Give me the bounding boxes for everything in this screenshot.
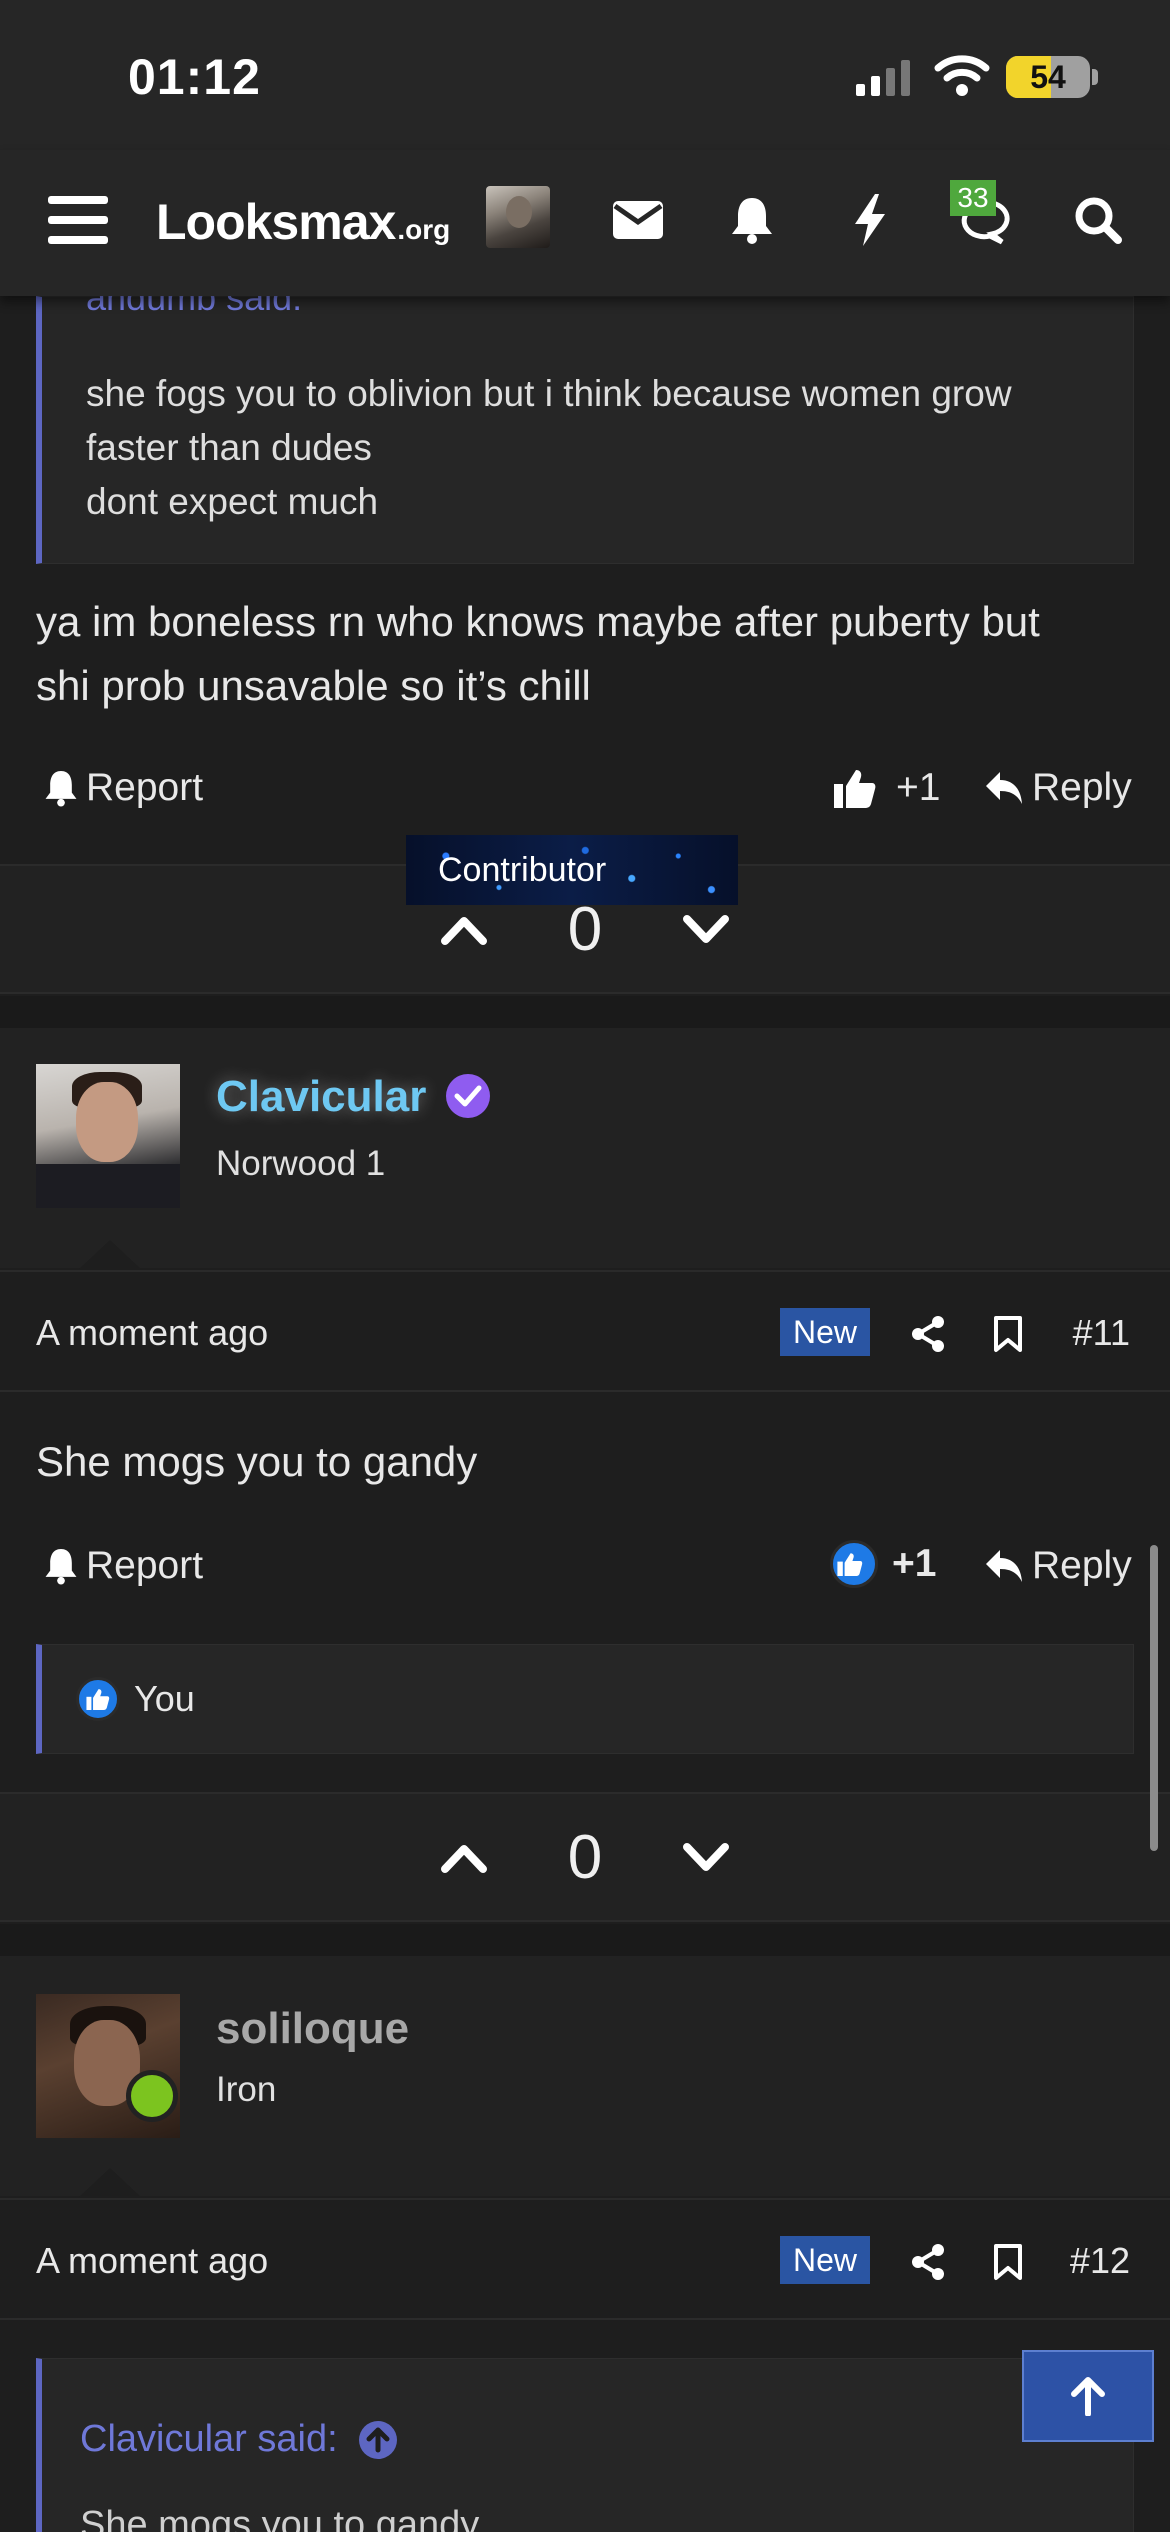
top-nav-bar: Looksmax .org 33 [0, 150, 1170, 296]
post-number[interactable]: #11 [1073, 1312, 1130, 1354]
battery-icon: 54 [1006, 56, 1090, 98]
reply-arrow-icon [986, 1550, 1022, 1582]
header-pointer [78, 2168, 142, 2198]
bell-icon [45, 771, 77, 807]
post-body: She mogs you to gandy [36, 1438, 478, 1485]
post-body-line-1: ya im boneless rn who knows maybe after … [36, 598, 1040, 645]
author-username[interactable]: soliloque [216, 2004, 409, 2054]
divider [0, 2318, 1170, 2320]
author-title: Norwood 1 [216, 1144, 386, 1183]
status-time: 01:12 [128, 49, 261, 105]
user-avatar[interactable] [486, 186, 550, 248]
share-icon[interactable] [904, 2238, 952, 2286]
post-separator [0, 1924, 1170, 1956]
bookmark-icon[interactable] [984, 1310, 1032, 1358]
logo-text: Looksmax [156, 194, 396, 250]
post-author-header: Clavicular Norwood 1 [0, 1028, 1170, 1268]
quote-line-1: she fogs you to oblivion but i think bec… [86, 373, 1012, 414]
bookmark-icon[interactable] [984, 2238, 1032, 2286]
jump-to-quote-icon [358, 2420, 397, 2459]
online-status-dot [126, 2070, 178, 2122]
alerts-count-badge: 33 [950, 180, 996, 216]
quote-line-2: faster than dudes [86, 427, 372, 468]
report-button[interactable]: Report [44, 1544, 203, 1588]
author-username[interactable]: Clavicular [216, 1072, 426, 1122]
inbox-icon[interactable] [608, 180, 668, 260]
whats-new-bolt-icon[interactable] [846, 180, 894, 260]
upvote-chevron-icon[interactable] [434, 900, 494, 960]
logo-suffix: .org [397, 214, 451, 245]
header-pointer [78, 1240, 142, 1270]
reply-button[interactable]: Reply [984, 766, 1132, 810]
status-bar: 01:12 54 [0, 0, 1170, 150]
reply-arrow-icon [986, 772, 1022, 804]
cellular-signal-icon [856, 60, 910, 96]
like-button[interactable]: +1 [834, 766, 940, 810]
verified-badge-icon [446, 1074, 490, 1118]
thumbs-up-icon [834, 770, 876, 808]
reply-label: Reply [1032, 766, 1132, 809]
like-button-active[interactable]: +1 [830, 1540, 936, 1588]
scrollbar-thumb[interactable] [1150, 1545, 1158, 1851]
post-body-line-2: shi prob unsavable so it’s chill [36, 662, 591, 709]
post-time[interactable]: A moment ago [36, 2240, 268, 2282]
arrow-up-icon [1071, 2377, 1105, 2416]
post-number[interactable]: #12 [1070, 2240, 1130, 2282]
post-separator [0, 996, 1170, 1028]
wifi-icon [934, 55, 990, 96]
post-time[interactable]: A moment ago [36, 1312, 268, 1354]
reactions-list[interactable]: You [36, 1644, 1134, 1754]
reaction-like-icon [76, 1677, 120, 1721]
quote-text: She mogs you to gandy [80, 2504, 480, 2532]
menu-icon[interactable] [44, 180, 112, 260]
post-meta-row: A moment ago New #11 [0, 1270, 1170, 1390]
like-count: +1 [892, 1542, 937, 1585]
liked-thumbs-up-icon [830, 1540, 878, 1588]
downvote-chevron-icon[interactable] [676, 900, 736, 960]
scroll-to-top-button[interactable] [1022, 2350, 1154, 2442]
alerts-bell-icon[interactable] [726, 180, 778, 260]
quote-line-3: dont expect much [86, 481, 379, 522]
battery-level: 54 [1030, 59, 1066, 95]
reply-button[interactable]: Reply [984, 1544, 1132, 1588]
report-label: Report [86, 766, 204, 809]
contributor-banner: Contributor [406, 835, 738, 905]
share-icon[interactable] [904, 1310, 952, 1358]
bell-icon [45, 1549, 77, 1585]
battery-tip [1092, 69, 1098, 85]
site-logo[interactable]: Looksmax .org [156, 182, 450, 262]
search-icon[interactable] [1072, 180, 1124, 260]
quote-author-link[interactable]: Clavicular said: [80, 2418, 398, 2461]
author-avatar[interactable] [36, 1064, 180, 1208]
reactions-users: You [134, 1678, 195, 1719]
downvote-chevron-icon[interactable] [676, 1828, 736, 1888]
like-count: +1 [896, 766, 941, 809]
new-badge: New [780, 2236, 870, 2284]
quote-block: andumb said: she fogs you to oblivion bu… [36, 277, 1134, 564]
reply-label: Reply [1032, 1544, 1132, 1587]
quote-author: Clavicular said: [80, 2418, 338, 2460]
new-badge: New [780, 1308, 870, 1356]
upvote-chevron-icon[interactable] [434, 1828, 494, 1888]
divider [0, 1390, 1170, 1392]
post-author-header: soliloque Iron [0, 1956, 1170, 2196]
author-title: Iron [216, 2070, 277, 2109]
vote-score: 0 [567, 1823, 603, 1892]
report-label: Report [86, 1544, 204, 1587]
vote-bar: 0 [0, 1792, 1170, 1922]
report-button[interactable]: Report [44, 766, 203, 810]
post-meta-row: A moment ago New #12 [0, 2198, 1170, 2318]
